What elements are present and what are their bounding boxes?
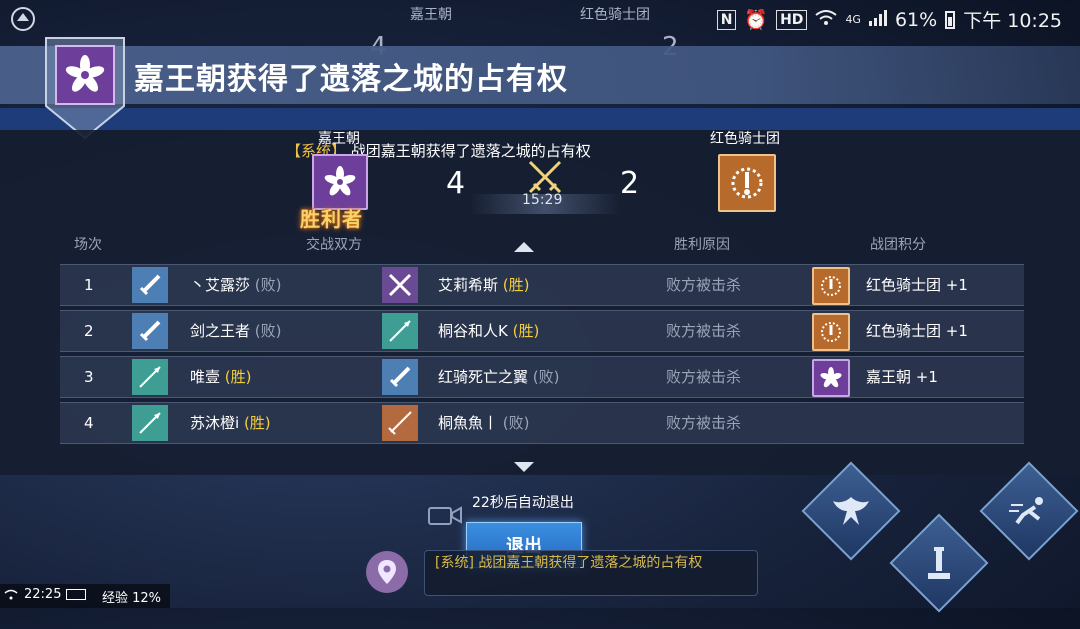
- left-score: 4: [446, 166, 466, 201]
- system-text: 战团嘉王朝获得了遗落之城的占有权: [350, 142, 591, 160]
- right-team-name: 红色骑士团: [710, 131, 780, 147]
- network-type: 4G: [845, 13, 861, 26]
- win-reason: 败方被击杀: [666, 368, 742, 386]
- clock-text: 下午 10:25: [963, 10, 1062, 32]
- chat-message[interactable]: [系统] 战团嘉王朝获得了遗落之城的占有权: [424, 550, 758, 596]
- battery-icon: [945, 10, 956, 29]
- guild-points: 红色骑士团 +1: [866, 276, 968, 294]
- player-one: 剑之王者 (败): [190, 322, 282, 340]
- guild-points: 嘉王朝 +1: [866, 368, 938, 386]
- phoenix-skill-button[interactable]: [801, 461, 901, 561]
- guild-points: 红色骑士团 +1: [866, 322, 968, 340]
- player-one: 唯壹 (胜): [190, 368, 252, 386]
- header-round: 场次: [74, 237, 102, 253]
- round-number: 4: [84, 414, 94, 432]
- table-row: 4 苏沐橙i (胜) 桐魚魚丨 (败) 败方被击杀: [60, 402, 1024, 444]
- sun-sword-emblem-icon: [812, 267, 850, 305]
- top-match-header: 嘉王朝 红色骑士团 4 2: [370, 2, 720, 62]
- spear-icon: [382, 313, 418, 349]
- scroll-up-arrow-icon[interactable]: [514, 242, 534, 252]
- table-row: 2 剑之王者 (败) 桐谷和人K (胜) 败方被击杀 红色骑士团 +1: [60, 310, 1024, 352]
- left-guild-emblem: [312, 154, 368, 210]
- wifi-icon: [815, 9, 838, 31]
- scroll-down-arrow-icon[interactable]: [514, 462, 534, 472]
- win-reason: 败方被击杀: [666, 322, 742, 340]
- spear-icon: [132, 359, 168, 395]
- tower-skill-button[interactable]: [889, 513, 989, 613]
- spear-icon: [132, 405, 168, 441]
- sword-icon: [132, 313, 168, 349]
- header-points: 战团积分: [870, 237, 926, 253]
- win-reason: 败方被击杀: [666, 276, 742, 294]
- game-logo-icon: [11, 7, 35, 31]
- flower-emblem-icon: [812, 359, 850, 397]
- table-row: 1 丶艾露莎 (败) 艾莉希斯 (胜) 败方被击杀 红色骑士团 +1: [60, 264, 1024, 306]
- blade-icon: [382, 405, 418, 441]
- player-two: 艾莉希斯 (胜): [438, 276, 530, 294]
- map-pin-icon[interactable]: [366, 551, 408, 593]
- guild-shield-icon: [45, 37, 125, 140]
- sun-sword-emblem-icon: [812, 313, 850, 351]
- banner-stripe: [0, 108, 1080, 130]
- win-reason: 败方被击杀: [666, 414, 742, 432]
- winner-label: 胜利者: [300, 207, 363, 231]
- hd-badge: HD: [776, 9, 808, 30]
- player-two: 桐魚魚丨 (败): [438, 414, 530, 432]
- dash-skill-button[interactable]: [979, 461, 1079, 561]
- phoenix-skill-icon: [833, 497, 869, 525]
- player-one: 丶艾露莎 (败): [190, 276, 282, 294]
- header-combatants: 交战双方: [306, 237, 362, 253]
- signal-icon: [868, 9, 887, 31]
- bottom-status-bar: 22:25 经验 12%: [0, 584, 170, 608]
- round-number: 2: [84, 322, 94, 340]
- top-left-team: 嘉王朝: [410, 7, 452, 23]
- exp-label: 经验 12%: [102, 591, 162, 606]
- right-guild-emblem: [718, 154, 776, 212]
- sun-sword-emblem-icon: [731, 167, 763, 199]
- round-number: 3: [84, 368, 94, 386]
- crossed-swords-icon: [382, 267, 418, 303]
- tower-skill-icon: [928, 547, 950, 579]
- round-number: 1: [84, 276, 94, 294]
- right-score: 2: [620, 166, 640, 201]
- header-reason: 胜利原因: [674, 237, 730, 253]
- battery-icon: [66, 589, 86, 600]
- match-timer: 15:29: [522, 192, 563, 208]
- player-two: 桐谷和人K (胜): [438, 322, 540, 340]
- auto-exit-countdown: 22秒后自动退出: [472, 495, 574, 511]
- banner-title: 嘉王朝获得了遗落之城的占有权: [134, 62, 568, 97]
- player-two: 红骑死亡之翼 (败): [438, 368, 560, 386]
- top-right-team: 红色骑士团: [580, 7, 650, 23]
- sword-icon: [132, 267, 168, 303]
- crossed-swords-icon: [528, 160, 562, 194]
- player-one: 苏沐橙i (胜): [190, 414, 271, 432]
- alarm-icon: ⏰: [744, 9, 769, 31]
- sword-icon: [382, 359, 418, 395]
- status-indicators: N ⏰ HD 4G 61% 下午 10:25: [716, 6, 1062, 33]
- table-row: 3 唯壹 (胜) 红骑死亡之翼 (败) 败方被击杀 嘉王朝 +1: [60, 356, 1024, 398]
- flower-emblem-icon: [324, 166, 356, 196]
- wifi-icon: [4, 589, 18, 600]
- dash-skill-icon: [1009, 497, 1043, 525]
- camera-icon[interactable]: [428, 504, 462, 526]
- battery-percent: 61%: [894, 8, 938, 31]
- game-clock: 22:25: [24, 587, 62, 602]
